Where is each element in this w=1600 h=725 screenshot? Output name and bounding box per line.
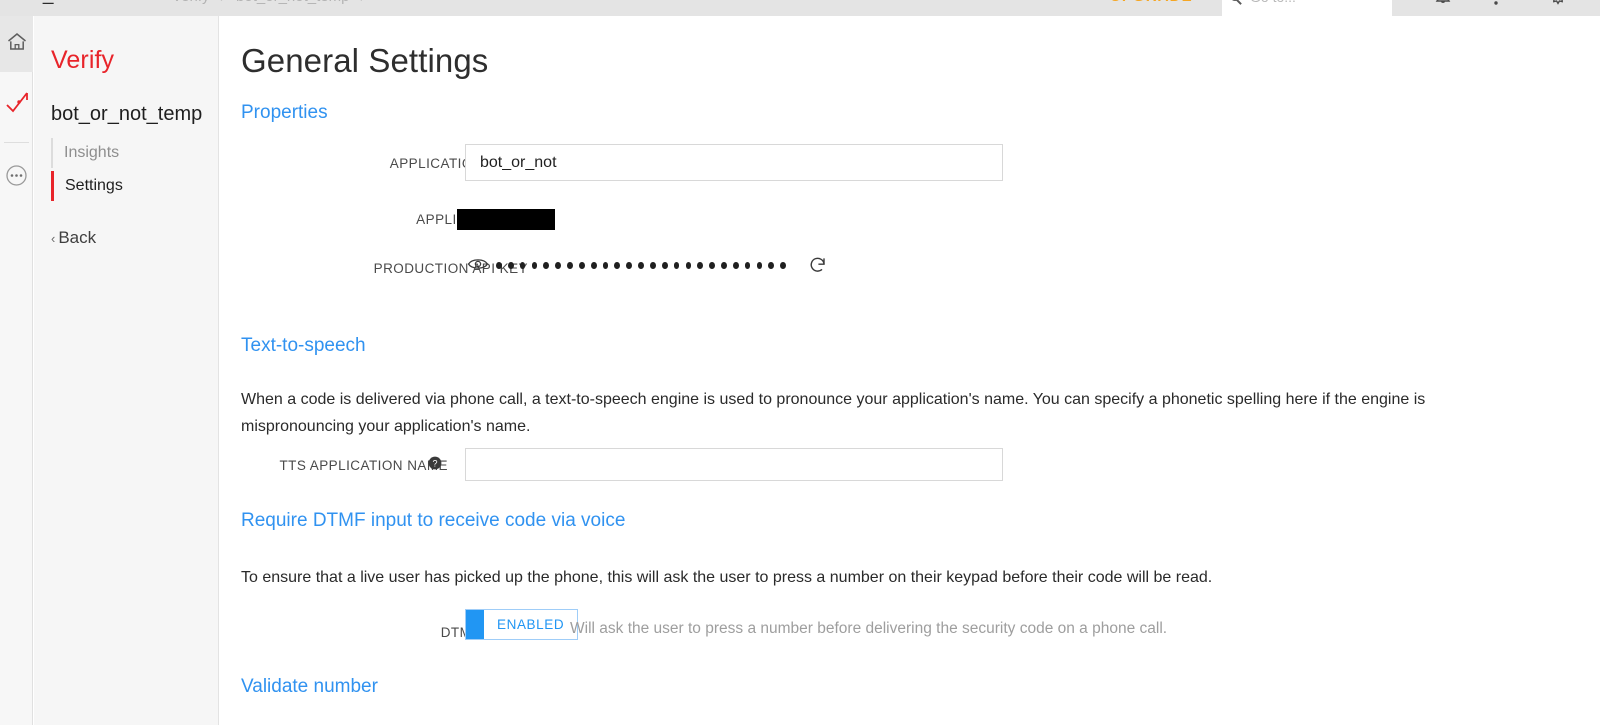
gear-icon[interactable]: [1546, 0, 1570, 13]
verify-checkmark-icon: [4, 89, 30, 120]
search-icon: [1230, 0, 1243, 4]
sidebar-back-label: Back: [58, 228, 97, 247]
rail-item-verify[interactable]: [0, 76, 33, 132]
application-name-input[interactable]: [465, 144, 1003, 181]
vertical-dots-icon[interactable]: [1492, 0, 1500, 13]
sidebar-item-settings[interactable]: Settings: [51, 171, 123, 201]
bell-icon[interactable]: [1432, 0, 1454, 13]
sidebar-back-link[interactable]: ‹ Back: [51, 228, 96, 248]
sidebar-item-insights[interactable]: Insights: [51, 138, 119, 168]
text-to-speech-description: When a code is delivered via phone call,…: [241, 391, 1426, 435]
dtmf-toggle-help-text: Will ask the user to press a number befo…: [570, 620, 1168, 637]
dtmf-toggle-knob: [466, 610, 484, 639]
breadcrumb: Verify / bot_or_not_temp /: [172, 0, 372, 5]
application-id-redaction: [457, 209, 555, 230]
sidebar: Verify bot_or_not_temp Insights Settings…: [34, 16, 219, 725]
breadcrumb-separator: /: [354, 0, 372, 5]
account-status-badge: trial: [120, 0, 151, 5]
section-heading-validate-number[interactable]: Validate number: [241, 676, 378, 698]
dtmf-description: To ensure that a live user has picked up…: [241, 569, 1213, 586]
search-input[interactable]: Go to...: [1250, 0, 1296, 5]
breadcrumb-item-verify[interactable]: Verify: [172, 0, 210, 5]
rail-item-more[interactable]: [0, 150, 33, 206]
breadcrumb-item-app[interactable]: bot_or_not_temp: [236, 0, 349, 5]
rail-divider: [4, 142, 29, 143]
page-title: General Settings: [241, 42, 489, 79]
account-name: twilio_service: [0, 0, 114, 5]
sidebar-application-name: bot_or_not_temp: [51, 103, 203, 125]
tts-application-name-input[interactable]: [465, 448, 1003, 481]
icon-rail: [0, 16, 33, 725]
section-heading-properties[interactable]: Properties: [241, 102, 328, 124]
top-bar: twilio_service trial ▾ Verify / bot_or_n…: [0, 0, 1600, 16]
account-switcher[interactable]: twilio_service trial ▾: [0, 0, 162, 6]
tts-application-name-label: TTS APPLICATION NAME: [279, 458, 448, 473]
dtmf-toggle-state: ENABLED: [497, 617, 565, 632]
main-content: General Settings Properties APPLICATION …: [220, 16, 1600, 725]
section-heading-text-to-speech[interactable]: Text-to-speech: [241, 335, 366, 357]
section-heading-dtmf[interactable]: Require DTMF input to receive code via v…: [241, 510, 625, 532]
global-search[interactable]: Go to...: [1222, 0, 1392, 16]
help-circle-icon[interactable]: ?: [428, 456, 442, 475]
dtmf-toggle-label: DTMF: [440, 625, 480, 640]
eye-icon[interactable]: [467, 256, 489, 277]
refresh-icon[interactable]: [808, 255, 828, 280]
chevron-left-icon: ‹: [51, 231, 56, 246]
sidebar-item-label: Settings: [65, 177, 123, 194]
production-api-key-masked-value: [496, 256, 786, 275]
chevron-down-icon[interactable]: ▾: [156, 0, 162, 3]
rail-item-home[interactable]: [0, 16, 33, 72]
upgrade-button[interactable]: UPGRADE: [1110, 0, 1193, 5]
breadcrumb-separator: /: [214, 0, 232, 5]
more-circle-icon: [5, 164, 28, 192]
sidebar-item-label: Insights: [64, 144, 120, 161]
dtmf-toggle[interactable]: ENABLED: [465, 609, 579, 640]
home-icon: [6, 32, 28, 57]
svg-text:?: ?: [432, 458, 437, 468]
sidebar-product-title[interactable]: Verify: [51, 46, 114, 75]
